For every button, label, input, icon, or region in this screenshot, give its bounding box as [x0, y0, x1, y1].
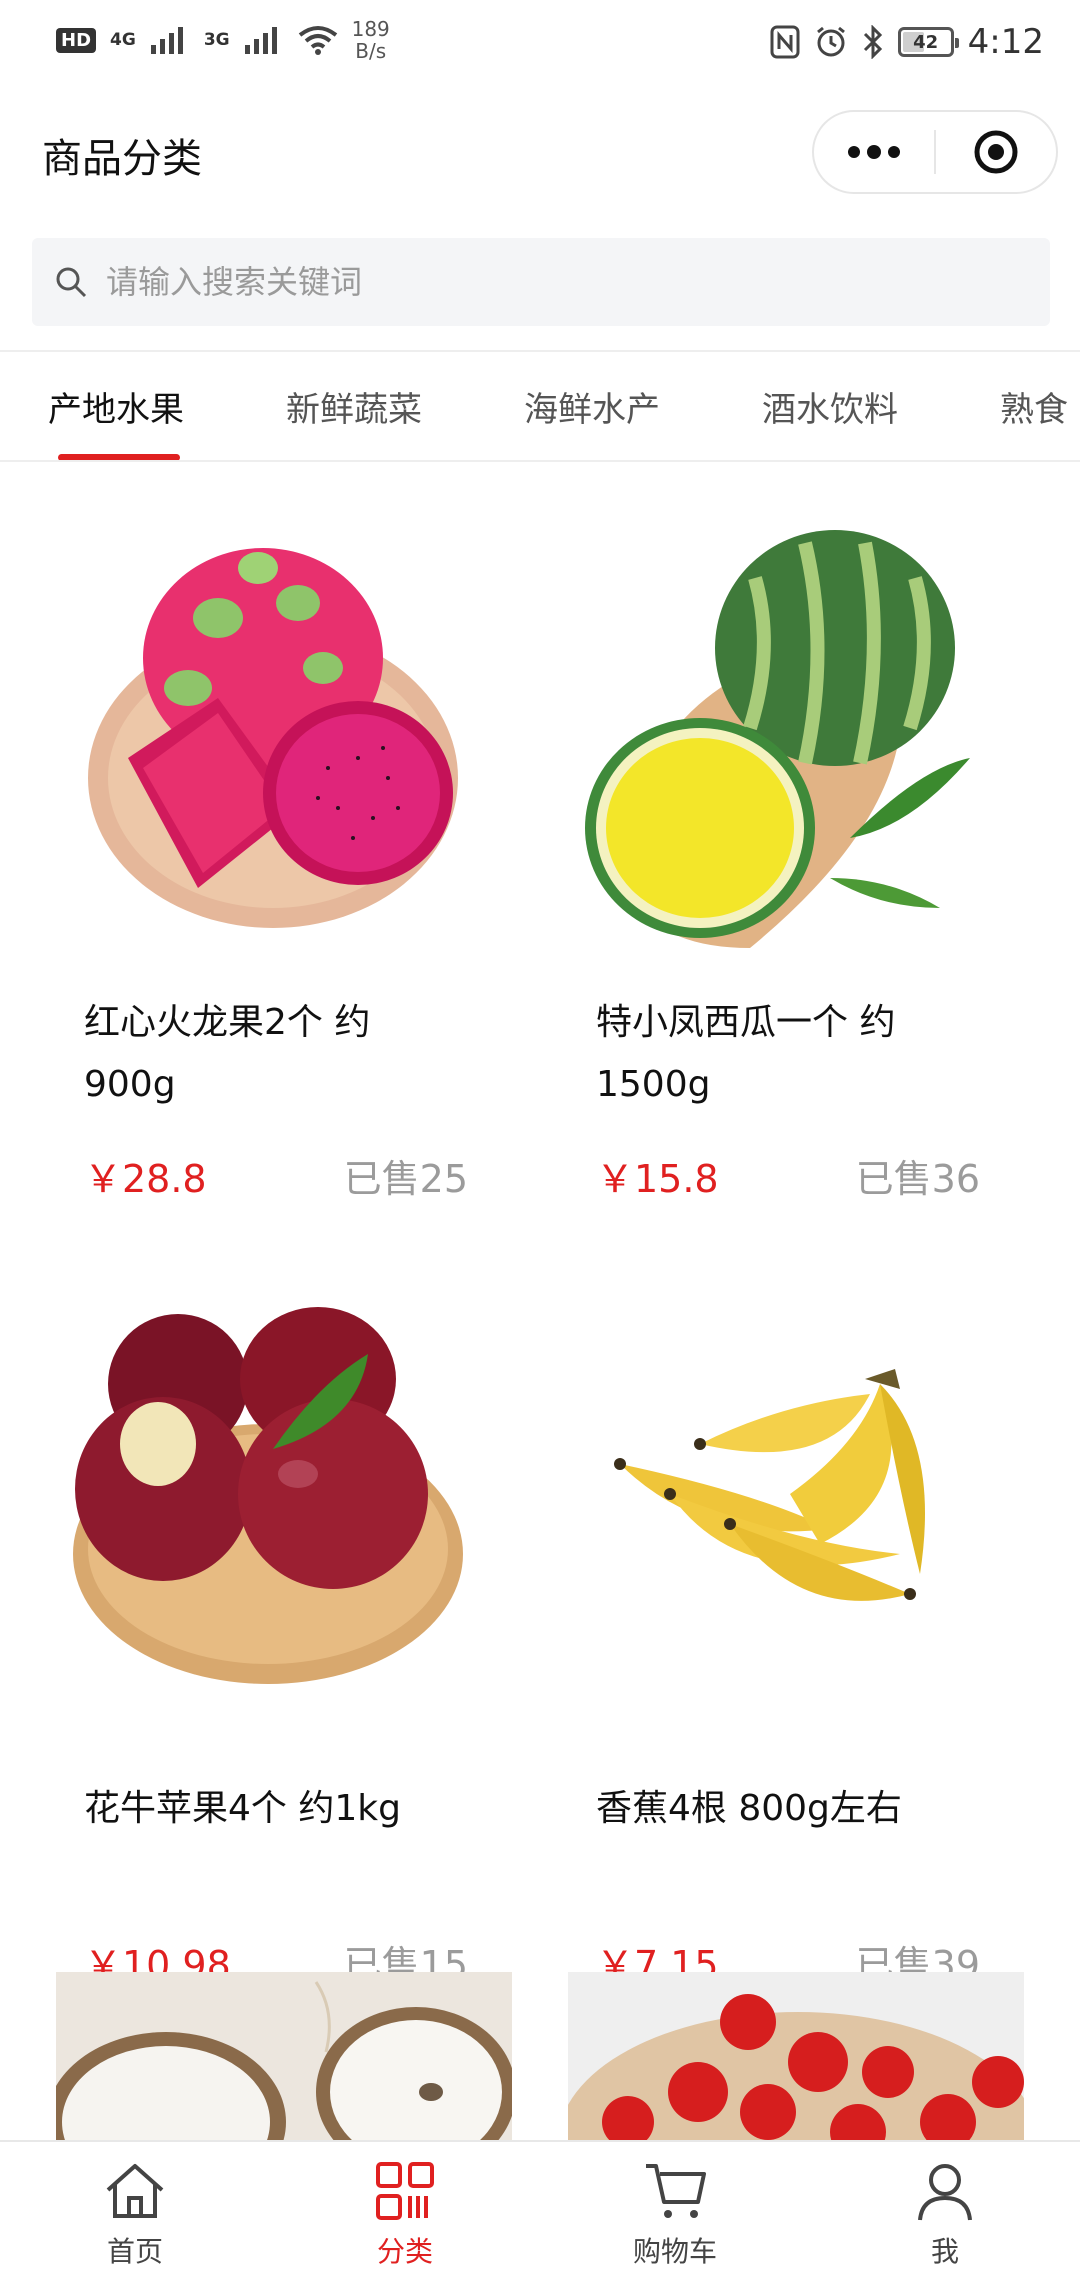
search-input[interactable]	[106, 263, 1006, 301]
product-card[interactable]	[56, 1972, 512, 2140]
battery-level: 42	[913, 31, 939, 53]
page-title: 商品分类	[42, 136, 202, 182]
battery-icon: 42	[897, 27, 959, 57]
tabbar-category[interactable]: 分类	[270, 2142, 540, 2280]
product-price: ￥15.8	[596, 1157, 719, 1201]
more-dots-icon	[848, 145, 900, 159]
category-icon	[376, 2162, 434, 2220]
close-mini-program-button[interactable]	[936, 112, 1056, 192]
product-card[interactable]: 花牛苹果4个 约1kg ￥10.98 已售15	[28, 1294, 488, 2014]
hd-badge: HD	[56, 27, 97, 53]
signal-icon	[150, 27, 183, 54]
tab-vegetables[interactable]: 新鲜蔬菜	[286, 352, 422, 460]
status-bar: HD 4G 3G 189 B/s 42 4:12	[0, 0, 1080, 92]
tabbar-profile-label: 我	[930, 2235, 959, 2268]
tab-deli[interactable]: 熟食	[1000, 352, 1068, 460]
tab-drinks[interactable]: 酒水饮料	[762, 352, 898, 460]
bluetooth-icon	[863, 25, 882, 59]
product-name: 香蕉4根 800g左右	[596, 1788, 902, 1829]
product-sold-count: 已售25	[343, 1157, 468, 1201]
bottom-tab-bar: 首页 分类 购物车 我	[0, 2140, 1080, 2280]
product-name: 特小凤西瓜一个 约1500g	[596, 1002, 896, 1105]
nav-header: 商品分类	[0, 92, 1080, 216]
product-card[interactable]: 红心火龙果2个 约900g ￥28.8 已售25	[28, 508, 488, 1228]
tabbar-cart[interactable]: 购物车	[540, 2142, 810, 2280]
search-bar[interactable]	[32, 238, 1050, 326]
tabbar-home[interactable]: 首页	[0, 2142, 270, 2280]
watermelon-image	[585, 530, 970, 948]
network-speed-value: 189	[351, 17, 390, 41]
more-button[interactable]	[814, 112, 934, 192]
product-price: ￥28.8	[84, 1157, 207, 1201]
network-4g-label: 4G	[110, 29, 136, 50]
app-page: HD 4G 3G 189 B/s 42 4:12 商品分类 请输入搜索关键词 产…	[0, 0, 1080, 2280]
tab-seafood[interactable]: 海鲜水产	[524, 352, 660, 460]
tabbar-profile[interactable]: 我	[810, 2142, 1080, 2280]
bananas-image	[614, 1369, 925, 1601]
target-icon	[974, 130, 1018, 174]
network-speed-unit: B/s	[355, 39, 387, 63]
tabbar-category-label: 分类	[376, 2235, 433, 2268]
active-tab-indicator	[58, 454, 180, 460]
product-card[interactable]: 特小凤西瓜一个 约1500g ￥15.8 已售36	[540, 508, 1000, 1228]
nfc-icon	[770, 25, 800, 59]
alarm-icon	[816, 26, 845, 57]
product-name: 花牛苹果4个 约1kg	[84, 1788, 401, 1829]
clock: 4:12	[967, 22, 1044, 62]
wifi-icon	[298, 26, 337, 55]
product-card[interactable]: 香蕉4根 800g左右 ￥7.15 已售39	[540, 1294, 1000, 2014]
tabbar-cart-label: 购物车	[632, 2235, 717, 2268]
product-card[interactable]	[568, 1972, 1024, 2140]
mini-program-capsule	[812, 110, 1058, 194]
product-name: 红心火龙果2个 约900g	[84, 1002, 371, 1105]
category-tabs: 产地水果 新鲜蔬菜 海鲜水产 酒水饮料 熟食	[0, 350, 1080, 462]
home-icon	[106, 2164, 164, 2218]
tab-fruit[interactable]: 产地水果	[48, 352, 184, 460]
user-icon	[918, 2164, 972, 2221]
product-sold-count: 已售36	[855, 1157, 980, 1201]
tabbar-home-label: 首页	[106, 2235, 163, 2268]
apples-image	[73, 1307, 463, 1684]
coconut-image	[56, 1972, 512, 2140]
dragon-fruit-image	[88, 548, 458, 928]
network-speed: 189 B/s	[352, 18, 390, 62]
search-icon	[56, 267, 87, 298]
network-3g-label: 3G	[203, 29, 230, 50]
cart-icon	[646, 2164, 706, 2218]
cherry-tomato-image	[568, 1972, 1024, 2140]
signal-icon	[244, 27, 277, 54]
